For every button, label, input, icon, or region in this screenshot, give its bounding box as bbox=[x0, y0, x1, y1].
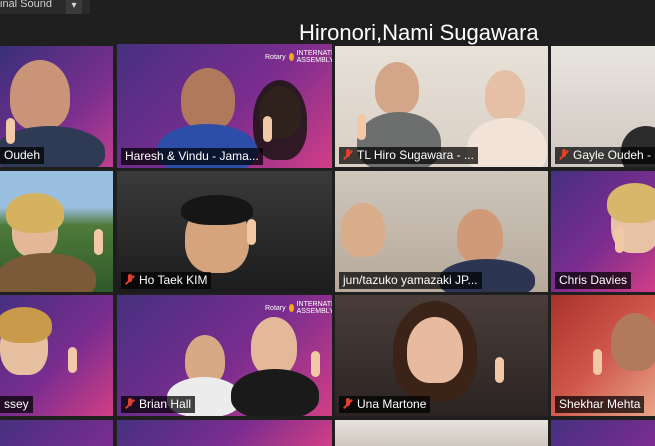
raised-finger bbox=[357, 114, 366, 140]
raised-finger bbox=[593, 349, 602, 375]
video-tile-haresh-vindu[interactable]: Rotary INTERNATIONAL ASSEMBLY Haresh & V… bbox=[117, 44, 332, 168]
raised-finger bbox=[247, 219, 256, 245]
mic-muted-icon bbox=[343, 398, 353, 410]
participant-video bbox=[181, 68, 235, 130]
mic-muted-icon bbox=[125, 274, 135, 286]
participant-body bbox=[231, 369, 319, 416]
audio-label: inal Sound bbox=[0, 0, 52, 10]
chevron-down-icon[interactable]: ▾ bbox=[66, 0, 82, 14]
participant-name: Ho Taek KIM bbox=[139, 273, 208, 287]
participant-name: Chris Davies bbox=[559, 273, 628, 287]
participant-video bbox=[10, 60, 70, 130]
participant-video bbox=[341, 203, 385, 257]
mic-muted-icon bbox=[125, 398, 135, 410]
video-tile-chris-davies[interactable]: Chris Davies bbox=[551, 171, 655, 292]
video-tile-una-martone[interactable]: Una Martone bbox=[335, 295, 548, 416]
speaker-name-overlay: Hironori,Nami Sugawara bbox=[299, 20, 539, 45]
mic-muted-icon bbox=[559, 149, 569, 161]
participant-name: Oudeh bbox=[4, 148, 41, 162]
raised-finger bbox=[263, 116, 272, 142]
participant-name: Haresh & Vindu - Jama... bbox=[125, 149, 259, 163]
participant-name-tag: ssey bbox=[0, 396, 33, 413]
raised-finger bbox=[94, 229, 103, 255]
participant-name: Gayle Oudeh - bbox=[573, 148, 652, 162]
raised-finger bbox=[311, 351, 320, 377]
participant-name-tag: Ho Taek KIM bbox=[121, 272, 212, 289]
mic-muted-icon bbox=[343, 149, 353, 161]
participant-name-tag: Brian Hall bbox=[121, 396, 196, 413]
participant-name: TL Hiro Sugawara - ... bbox=[357, 148, 474, 162]
participant-name-tag: Gayle Oudeh - bbox=[555, 147, 655, 164]
participant-name-tag: Una Martone bbox=[339, 396, 431, 413]
video-tile-shekhar-mehta[interactable]: Shekhar Mehta bbox=[551, 295, 655, 416]
participant-name-tag: Oudeh bbox=[0, 147, 45, 164]
raised-finger bbox=[68, 347, 77, 373]
video-tile-garden[interactable] bbox=[0, 171, 113, 292]
rotary-banner: Rotary INTERNATIONAL ASSEMBLY bbox=[265, 301, 332, 315]
video-tile-ssey[interactable]: ssey bbox=[0, 295, 113, 416]
participant-video bbox=[457, 209, 503, 263]
participant-video bbox=[375, 62, 419, 114]
participant-hair bbox=[607, 183, 655, 223]
video-tile-oudeh[interactable]: Oudeh bbox=[0, 46, 113, 167]
raised-finger bbox=[615, 227, 624, 253]
participant-name-tag: Chris Davies bbox=[555, 272, 632, 289]
video-tile-row4-3[interactable] bbox=[335, 420, 548, 446]
audio-menu[interactable]: inal Sound ▾ bbox=[0, 0, 90, 14]
rotary-banner: Rotary INTERNATIONAL ASSEMBLY bbox=[265, 50, 332, 64]
participant-name: ssey bbox=[4, 397, 29, 411]
raised-finger bbox=[6, 118, 15, 144]
participant-name: Brian Hall bbox=[139, 397, 192, 411]
participant-hair bbox=[181, 195, 253, 225]
participant-video bbox=[407, 317, 463, 383]
video-tile-row4-2[interactable] bbox=[117, 420, 332, 446]
rotary-wheel-icon bbox=[288, 53, 294, 61]
participant-video bbox=[251, 317, 297, 375]
rotary-wheel-icon bbox=[288, 304, 294, 312]
participant-name-tag: Shekhar Mehta bbox=[555, 396, 645, 413]
video-tile-sugawara[interactable]: TL Hiro Sugawara - ... bbox=[335, 46, 548, 167]
participant-name-tag: Haresh & Vindu - Jama... bbox=[121, 148, 263, 165]
participant-name: Una Martone bbox=[357, 397, 427, 411]
participant-video bbox=[485, 70, 525, 120]
participant-name-tag: TL Hiro Sugawara - ... bbox=[339, 147, 478, 164]
participant-video bbox=[611, 313, 655, 371]
participant-name: Shekhar Mehta bbox=[559, 397, 641, 411]
video-tile-yamazaki[interactable]: jun/tazuko yamazaki JP... bbox=[335, 171, 548, 292]
video-tile-row4-4[interactable] bbox=[551, 420, 655, 446]
video-tile-brian-hall[interactable]: Rotary INTERNATIONAL ASSEMBLY Brian Hall bbox=[117, 295, 332, 416]
participant-name-tag: jun/tazuko yamazaki JP... bbox=[339, 272, 482, 289]
video-tile-ho-taek-kim[interactable]: Ho Taek KIM bbox=[117, 171, 332, 292]
participant-hair bbox=[0, 307, 52, 343]
raised-finger bbox=[495, 357, 504, 383]
video-tile-gayle-oudeh[interactable]: Gayle Oudeh - bbox=[551, 46, 655, 167]
participant-name: jun/tazuko yamazaki JP... bbox=[343, 273, 478, 287]
video-tile-row4-1[interactable] bbox=[0, 420, 113, 446]
participant-hair bbox=[6, 193, 64, 233]
